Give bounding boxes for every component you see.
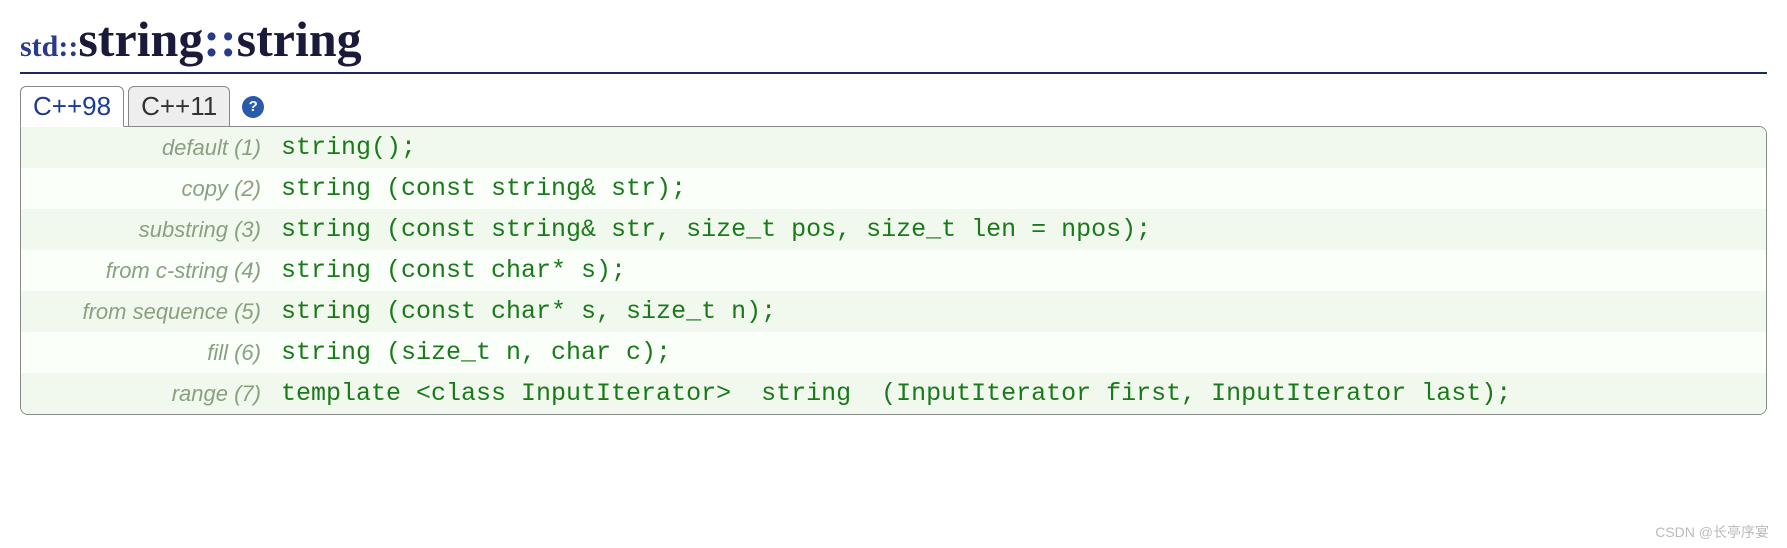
signature-label: from sequence (5)	[82, 299, 261, 324]
signature-panel: default (1) string(); copy (2) string (cons…	[20, 126, 1767, 415]
signature-code-cell: template <class InputIterator> string (I…	[271, 373, 1766, 414]
signature-code: string (size_t n, char c);	[281, 338, 671, 367]
signature-label: range (7)	[172, 381, 261, 406]
signature-label: default (1)	[162, 135, 261, 160]
namespace-scope: std::	[20, 30, 78, 63]
signature-code: string (const char* s, size_t n);	[281, 297, 776, 326]
signature-code-cell: string();	[271, 127, 1766, 168]
signature-code-cell: string (size_t n, char c);	[271, 332, 1766, 373]
signature-label: from c-string (4)	[106, 258, 261, 283]
signature-code: string (const string& str);	[281, 174, 686, 203]
signature-code: string (const string& str, size_t pos, s…	[281, 215, 1151, 244]
signature-label-cell: from c-string (4)	[21, 250, 271, 291]
signature-code: string (const char* s);	[281, 256, 626, 285]
signature-label: fill (6)	[207, 340, 261, 365]
page-header: std::string::string	[20, 10, 1767, 74]
version-tabs: C++98 C++11 ?	[20, 86, 1767, 127]
help-icon[interactable]: ?	[242, 96, 264, 118]
tab-cpp98[interactable]: C++98	[20, 86, 124, 127]
signature-row: from c-string (4) string (const char* s);	[21, 250, 1766, 291]
signature-label-cell: range (7)	[21, 373, 271, 414]
signature-table: default (1) string(); copy (2) string (cons…	[21, 127, 1766, 414]
signature-row: default (1) string();	[21, 127, 1766, 168]
signature-label-cell: from sequence (5)	[21, 291, 271, 332]
signature-row: range (7) template <class InputIterator> …	[21, 373, 1766, 414]
signature-label-cell: default (1)	[21, 127, 271, 168]
signature-code: string();	[281, 133, 416, 162]
signature-row: fill (6) string (size_t n, char c);	[21, 332, 1766, 373]
member-name: string	[237, 11, 362, 67]
signature-code-cell: string (const string& str);	[271, 168, 1766, 209]
watermark: CSDN @长亭序宴	[1655, 522, 1769, 542]
signature-label-cell: copy (2)	[21, 168, 271, 209]
scope-separator: ::	[203, 11, 236, 67]
signature-list: default (1) string(); copy (2) string (cons…	[21, 127, 1766, 414]
signature-row: from sequence (5) string (const char* s, …	[21, 291, 1766, 332]
signature-code-cell: string (const char* s);	[271, 250, 1766, 291]
tab-cpp11[interactable]: C++11	[128, 86, 230, 127]
signature-row: copy (2) string (const string& str);	[21, 168, 1766, 209]
signature-code-cell: string (const string& str, size_t pos, s…	[271, 209, 1766, 250]
signature-label-cell: substring (3)	[21, 209, 271, 250]
signature-code: template <class InputIterator> string (I…	[281, 379, 1511, 408]
signature-label: substring (3)	[139, 217, 261, 242]
class-name: string	[78, 11, 203, 67]
signature-label: copy (2)	[182, 176, 261, 201]
signature-row: substring (3) string (const string& str, …	[21, 209, 1766, 250]
signature-label-cell: fill (6)	[21, 332, 271, 373]
signature-code-cell: string (const char* s, size_t n);	[271, 291, 1766, 332]
